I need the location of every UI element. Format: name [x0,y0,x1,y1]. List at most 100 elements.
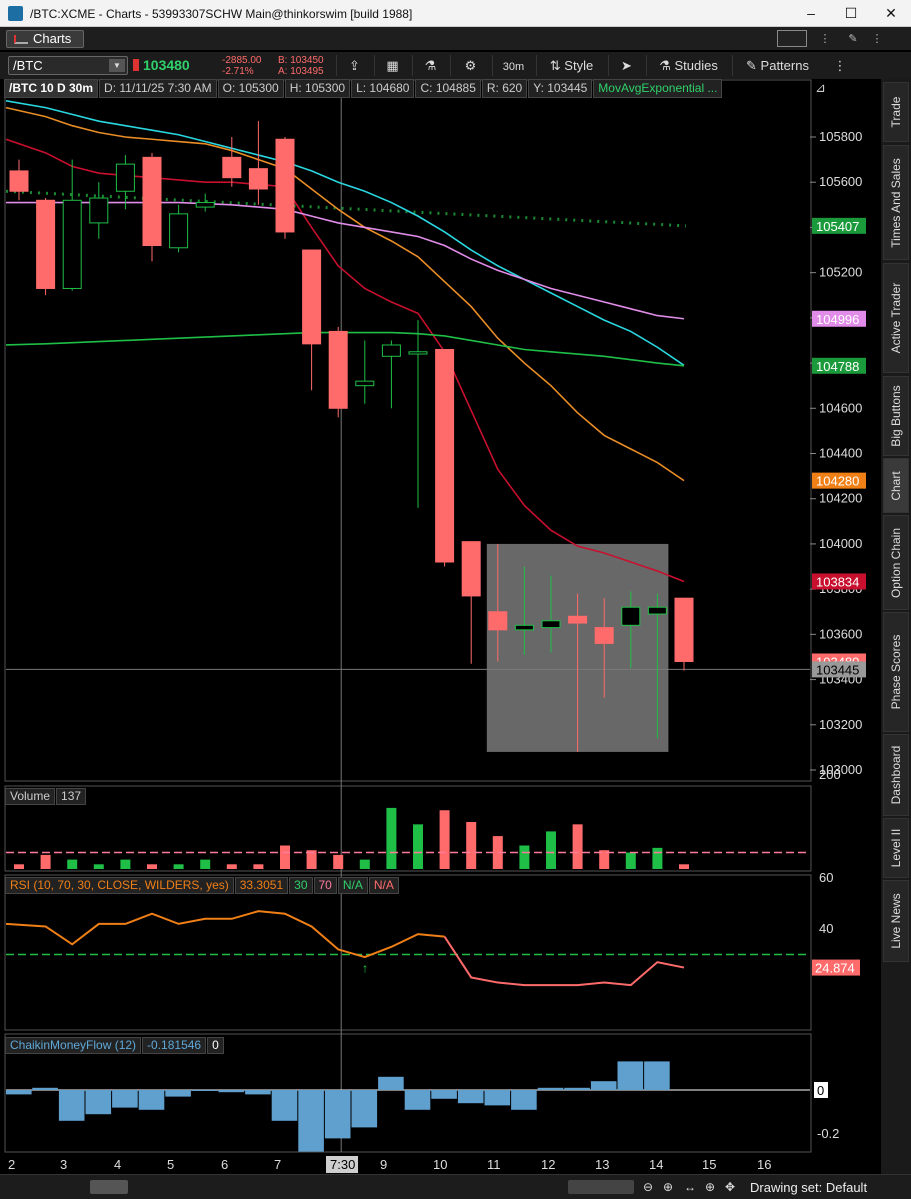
expand-horizontal-icon[interactable]: ↔ [682,1179,698,1195]
candle-body [408,351,428,355]
autoscale-icon[interactable]: ⊿ [815,80,831,96]
last-price: 103480 [143,57,190,73]
cmf-value: -0.181546 [142,1037,207,1054]
volume-bar [253,864,264,869]
grid-icon[interactable]: ▦ [374,55,410,76]
chart-svg[interactable]: ↑ 10580010560010540010520010500010480010… [4,79,877,1174]
maximize-button[interactable]: ☐ [831,2,871,24]
chart-panel[interactable]: ↑ 10580010560010540010520010500010480010… [4,79,877,1174]
volume-bar [652,847,663,869]
pan-icon[interactable]: ✥ [722,1179,738,1195]
time-scroll-track[interactable] [568,1180,634,1194]
volume-study-label[interactable]: Volume 137 [5,788,87,805]
right-tab-trade[interactable]: Trade [883,82,909,142]
cmf-bar [324,1090,351,1139]
volume-bar [173,864,184,869]
right-tab-level-ii[interactable]: Level II [883,818,909,878]
time-scroll-thumb[interactable] [90,1180,128,1194]
right-tab-chart[interactable]: Chart [883,458,909,513]
candle-body [195,202,215,208]
cmf-bar [351,1090,378,1128]
rsi-label: RSI (10, 70, 30, CLOSE, WILDERS, yes) [5,877,234,894]
right-tab-label: Chart [889,470,903,501]
symbol-input[interactable]: /BTC ▼ [8,56,128,75]
share-icon[interactable]: ⇪ [336,55,372,76]
minimize-button[interactable]: – [791,2,831,24]
time-tick-label: 5 [167,1157,174,1172]
volume-bar [625,852,636,869]
right-tab-phase-scores[interactable]: Phase Scores [883,612,909,732]
info-high: H: 105300 [284,79,351,98]
candle-body [328,330,348,409]
time-tick-label: 4 [114,1157,121,1172]
info-low: L: 104680 [351,79,415,98]
cmf-bar [6,1090,32,1095]
candle-body [568,615,588,624]
right-tab-times-and-sales[interactable]: Times And Sales [883,145,909,260]
cmf-bar [271,1090,298,1121]
timeframe-button[interactable]: 30m [492,55,534,76]
candle-body [248,168,268,190]
cmf-bar [191,1090,218,1091]
rsi-layer: ↑ [5,851,810,987]
right-tab-active-trader[interactable]: Active Trader [883,263,909,373]
price-badge-label: 103445 [816,662,859,677]
alert-flag-icon [133,59,139,71]
time-tick-label: 16 [757,1157,771,1172]
volume-value: 137 [56,788,87,805]
info-study[interactable]: MovAvgExponential ... [593,79,723,98]
info-date: D: 11/11/25 7:30 AM [99,79,217,98]
right-tab-label: Dashboard [889,745,903,805]
volume-panel-border [4,785,812,872]
rsi-study-label[interactable]: RSI (10, 70, 30, CLOSE, WILDERS, yes) 33.… [5,877,400,894]
drawing-set-label[interactable]: Drawing set: Default [750,1180,867,1195]
style-button[interactable]: ⇅ Style [536,55,606,76]
right-tab-big-buttons[interactable]: Big Buttons [883,376,909,456]
cmf-study-label[interactable]: ChaikinMoneyFlow (12) -0.181546 0 [5,1037,225,1054]
zoom-out-icon[interactable]: ⊖ [640,1179,656,1195]
right-tab-option-chain[interactable]: Option Chain [883,515,909,610]
symbol-dropdown-icon[interactable]: ▼ [109,59,125,72]
cmf-bar [218,1090,245,1093]
crosshair-icon[interactable]: ⊕ [702,1179,718,1195]
candle-body [36,199,56,289]
candle-body [435,349,455,563]
cmf-bar [58,1090,85,1121]
price-tick-label: 103200 [819,717,862,732]
patterns-button[interactable]: ✎ Patterns [732,55,822,76]
right-tab-label: Active Trader [889,282,903,354]
layout-selector[interactable] [777,30,807,47]
more-icon[interactable]: ⋮ [869,31,885,47]
right-tab-live-news[interactable]: Live News [883,880,909,962]
chart-icon [14,35,28,44]
volume-bar [147,864,157,869]
cursor-icon[interactable]: ➤ [608,55,644,76]
time-tick-label: 6 [221,1157,228,1172]
right-tab-dashboard[interactable]: Dashboard [883,734,909,816]
tab-charts[interactable]: Charts [6,30,84,48]
status-bar: ⊖ ⊕ ↔ ⊕ ✥ Drawing set: Default [0,1174,911,1199]
price-tick-label: 103600 [819,626,862,641]
time-tick-label: 14 [649,1157,663,1172]
bid-price: B: 103450 [278,55,324,66]
candle-body [461,541,481,597]
volume-bar [93,864,104,869]
time-tick-label: 15 [702,1157,716,1172]
studies-button[interactable]: ⚗ Studies [646,55,730,76]
right-tab-label: Live News [889,893,903,949]
tab-charts-label: Charts [33,31,72,46]
price-badge-label: 104996 [816,312,859,327]
info-symbol[interactable]: /BTC 10 D 30m [4,79,99,98]
candle-body [62,199,82,289]
candle-body [222,156,242,179]
menu-dots-icon[interactable]: ⋮ [817,31,833,47]
cmf-bar [457,1090,484,1104]
settings-gear-icon[interactable]: ⚙ [450,55,490,76]
info-close: C: 104885 [415,79,481,98]
flask-icon[interactable]: ⚗ [412,55,448,76]
pin-icon[interactable]: ✎ [845,31,861,47]
zoom-in-icon[interactable]: ⊕ [660,1179,676,1195]
toolbar-more-icon[interactable]: ⋮ [830,55,850,76]
close-button[interactable]: ✕ [871,2,911,24]
cmf-bar [511,1090,537,1110]
